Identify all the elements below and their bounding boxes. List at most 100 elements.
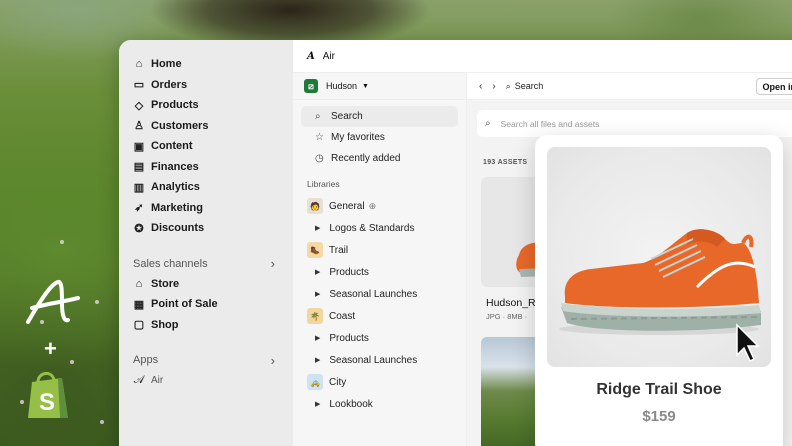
library-city[interactable]: 🚕 City [293,371,466,393]
library-subfolder[interactable]: ▶ Products [293,261,466,283]
library-name: Trail [329,244,349,256]
shop-bag-icon: ▢ [133,319,145,332]
library-name: Coast [329,310,356,322]
expand-triangle-icon[interactable]: ▶ [315,334,320,342]
asset-count: 193 ASSETS [483,159,528,166]
nav-item-label: Marketing [151,201,203,214]
sales-channels-heading[interactable]: Sales channels › [119,254,293,274]
nav-item-air[interactable]: 𝒜 Air [119,370,293,391]
tag-icon: ◇ [134,99,144,112]
nav-item-label: Analytics [151,181,200,194]
libraries-heading: Libraries [307,179,340,189]
home-icon: ⌂ [135,58,143,71]
main-toolbar: ‹ › ⌕ Search Open in [467,73,792,100]
nav-item-label: Orders [151,78,188,91]
side-favorites-label: My favorites [331,132,385,143]
library-subfolder[interactable]: ▶ Logos & Standards [293,217,466,239]
library-name: City [329,376,347,388]
side-search-label: Search [331,111,363,122]
product-price: $159 [642,408,676,425]
air-sidebar: ⧄ Hudson ▼ ⌕ Search ☆ My favorites ◷ Rec… [293,73,467,446]
nav-item-label: Home [151,58,182,71]
nav-item-label: Shop [151,318,179,331]
air-brand-logo [26,280,80,324]
product-card[interactable]: Ridge Trail Shoe $159 [535,135,783,446]
finances-icon: ▤ [133,161,145,174]
marketing-icon: ➶ [134,202,144,215]
globe-icon: ⊕ [368,200,377,211]
side-recent[interactable]: ◷ Recently added [301,148,458,169]
search-icon: ⌕ [505,80,511,91]
nav-item-label: Point of Sale [151,298,218,311]
library-name: General [329,200,365,212]
nav-item-label: Store [151,277,180,290]
nav-item-products[interactable]: ◇ Products [119,95,293,116]
nav-item-label: Content [151,140,193,153]
nav-item-finances[interactable]: ▤ Finances [119,157,293,178]
shopify-sidebar: ⌂ Home ▭ Orders ◇ Products ♙ Customers ▣ Content ▤… [119,40,293,446]
shopify-logo: S [28,372,68,418]
app-title: Air [322,50,335,62]
expand-triangle-icon[interactable]: ▶ [315,290,320,298]
library-subfolder[interactable]: ▶ Products [293,327,466,349]
nav-item-marketing[interactable]: ➶ Marketing [119,198,293,219]
store-icon: ⌂ [135,277,143,290]
side-search[interactable]: ⌕ Search [301,106,458,127]
nav-item-analytics[interactable]: ▥ Analytics [119,177,293,198]
forward-arrow-icon[interactable]: › [492,81,495,92]
nav-item-home[interactable]: ⌂ Home [119,54,293,75]
library-thumbnail: 🚕 [307,374,323,390]
product-name: Ridge Trail Shoe [596,381,722,398]
app-titlebar: A Air [293,40,792,73]
sales-channels-heading-label: Sales channels [133,257,208,270]
side-favorites[interactable]: ☆ My favorites [301,127,458,148]
content-icon: ▣ [133,140,145,153]
product-image [547,147,771,367]
library-coast[interactable]: 🌴 Coast [293,305,466,327]
open-in-button[interactable]: Open in [755,78,792,95]
nav-item-label: Discounts [151,222,205,235]
library-subfolder[interactable]: ▶ Seasonal Launches [293,349,466,371]
expand-triangle-icon[interactable]: ▶ [315,224,320,232]
library-subfolder[interactable]: ▶ Seasonal Launches [293,283,466,305]
nav-item-orders[interactable]: ▭ Orders [119,75,293,96]
air-logo-icon: 𝒜 [133,373,145,386]
nav-item-point-of-sale[interactable]: ▦ Point of Sale [119,294,293,315]
apps-heading-label: Apps [133,354,159,366]
back-arrow-icon[interactable]: ‹ [479,81,482,92]
asset-name[interactable]: Hudson_R [486,297,536,309]
plus-icon: + [44,336,57,361]
library-thumbnail: 🧑 [307,198,323,214]
chevron-down-icon: ▼ [362,82,369,90]
nav-item-label: Customers [151,119,209,132]
subfolder-label: Products [329,266,369,278]
expand-triangle-icon[interactable]: ▶ [315,356,320,364]
subfolder-label: Products [329,332,369,344]
nav-item-shop[interactable]: ▢ Shop [119,315,293,336]
side-recent-label: Recently added [331,153,401,164]
expand-triangle-icon[interactable]: ▶ [315,268,320,276]
expand-triangle-icon[interactable]: ▶ [315,400,320,408]
workspace-switcher[interactable]: ⧄ Hudson ▼ [293,73,466,100]
nav-item-label: Products [151,99,199,112]
library-subfolder[interactable]: ▶ Lookbook [293,393,466,415]
shoe-illustration [559,229,761,363]
library-general[interactable]: 🧑 General ⊕ [293,195,466,217]
pos-icon: ▦ [133,298,145,311]
discount-icon: ✪ [134,222,144,235]
asset-search-input[interactable]: ⌕ Search all files and assets [477,110,792,137]
libraries-list: 🧑 General ⊕ ▶ Logos & Standards 🥾 Trail ▶ Produ… [293,195,466,415]
breadcrumb-search: Search [514,81,544,91]
library-trail[interactable]: 🥾 Trail [293,239,466,261]
svg-text:S: S [39,389,55,416]
search-placeholder: Search all files and assets [500,118,600,129]
star-icon: ☆ [315,132,324,143]
chevron-right-icon: › [270,256,275,271]
nav-item-content[interactable]: ▣ Content [119,136,293,157]
library-thumbnail: 🥾 [307,242,323,258]
asset-meta: JPG · 8MB · [486,312,528,321]
apps-heading[interactable]: Apps › [119,350,293,370]
nav-item-discounts[interactable]: ✪ Discounts [119,218,293,239]
nav-item-store[interactable]: ⌂ Store [119,274,293,295]
nav-item-customers[interactable]: ♙ Customers [119,116,293,137]
